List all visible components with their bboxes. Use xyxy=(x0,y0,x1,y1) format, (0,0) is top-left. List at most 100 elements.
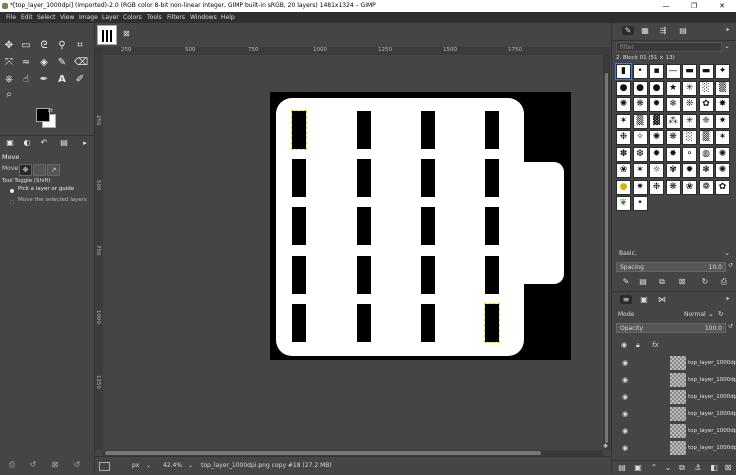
paths-tab-icon[interactable]: ⋈ xyxy=(656,295,668,304)
brush-preset[interactable]: ✸ xyxy=(715,97,730,112)
brush-preset[interactable]: ❋ xyxy=(665,179,681,195)
layer-name[interactable]: top_layer_1000dpi.p xyxy=(688,355,736,371)
brush-preset[interactable]: ✶ xyxy=(715,130,730,145)
image-tab-close-icon[interactable]: ⊠ xyxy=(123,29,130,38)
menu-tools[interactable]: Tools xyxy=(147,12,162,23)
smudge-icon[interactable]: ☝ xyxy=(20,74,32,86)
channels-tab-icon[interactable]: ▣ xyxy=(638,295,650,304)
tool-options-tab-icon[interactable]: ▣ xyxy=(4,137,16,149)
layer-name[interactable]: top_layer_1000dpi.p xyxy=(688,406,736,422)
brush-preset[interactable]: ★ xyxy=(665,80,681,96)
layer-row[interactable]: ◉ top_layer_1000dpi.p xyxy=(615,406,736,422)
layer-name[interactable]: top_layer_1000dpi.p xyxy=(688,440,736,456)
move-selection-icon[interactable] xyxy=(33,164,46,176)
radio-move-selected[interactable] xyxy=(10,200,14,204)
chevron-down-icon[interactable]: ⌄ xyxy=(188,457,193,475)
menu-colors[interactable]: Colors xyxy=(123,12,142,23)
reset-opacity-icon[interactable]: ↺ xyxy=(728,323,733,330)
configure-tab-icon[interactable]: ▸ xyxy=(79,137,91,149)
lasso-icon[interactable]: ᘓ xyxy=(38,40,50,52)
vertical-scrollbar[interactable]: ✥ xyxy=(603,55,610,450)
opacity-slider[interactable]: Opacity 100.0 xyxy=(616,323,726,333)
brush-preset[interactable]: ❉ xyxy=(649,179,664,195)
menu-select[interactable]: Select xyxy=(37,12,56,23)
brush-preset[interactable]: ✦ xyxy=(715,64,730,79)
canvas-area[interactable] xyxy=(103,55,603,450)
brush-preset[interactable]: ✳ xyxy=(682,113,697,129)
crop-icon[interactable]: ⌗ xyxy=(74,40,86,52)
option-pick-layer[interactable]: Pick a layer or guide xyxy=(18,186,74,192)
brush-preset-select[interactable]: Basic, xyxy=(616,249,734,259)
mode-switch-icon[interactable]: ↻ xyxy=(718,310,724,318)
menu-windows[interactable]: Windows xyxy=(190,12,217,23)
brush-preset[interactable]: ✺ xyxy=(715,146,730,162)
eye-icon[interactable]: ◉ xyxy=(620,409,630,419)
brush-preset[interactable]: ⚬ xyxy=(682,146,697,162)
pattern-tab-icon[interactable]: ▦ xyxy=(639,26,651,35)
raise-layer-icon[interactable]: ⌃ xyxy=(648,463,660,472)
brush-preset[interactable]: ✹ xyxy=(649,97,664,112)
close-window-button[interactable]: ✕ xyxy=(708,0,736,12)
move-layer-icon[interactable]: ✥ xyxy=(19,164,32,176)
menu-help[interactable]: Help xyxy=(221,12,235,23)
brush-preset[interactable]: ❆ xyxy=(632,146,648,162)
brush-preset[interactable]: ● xyxy=(649,80,664,96)
layer-row[interactable]: ◉ top_layer_1000dpi.p xyxy=(615,440,736,456)
eye-icon[interactable]: ◉ xyxy=(620,392,630,402)
open-brush-icon[interactable]: ⎙ xyxy=(718,277,730,287)
maximize-button[interactable]: ❐ xyxy=(680,0,708,12)
unit-select[interactable]: px xyxy=(132,457,139,475)
brush-preset[interactable]: ✺ xyxy=(616,97,631,112)
spacing-slider[interactable]: Spacing 10.0 xyxy=(616,262,726,272)
delete-options-icon[interactable]: ⊠ xyxy=(49,459,61,471)
move-tool-icon[interactable]: ✥ xyxy=(3,40,15,52)
unified-transform-icon[interactable]: ⤧ xyxy=(3,57,15,69)
paths-icon[interactable]: ✒ xyxy=(38,74,50,86)
menu-filters[interactable]: Filters xyxy=(167,12,185,23)
edit-brush-icon[interactable]: ✎ xyxy=(620,277,632,286)
brush-preset[interactable]: ✿ xyxy=(698,97,714,112)
brush-preset[interactable]: ✾ xyxy=(665,163,681,178)
reset-options-icon[interactable]: ↺ xyxy=(71,459,83,471)
eraser-icon[interactable]: ⌫ xyxy=(74,57,88,69)
brush-preset[interactable]: ❀ xyxy=(682,179,697,195)
mask-icon[interactable]: ◧ xyxy=(708,463,720,472)
dock-configure-icon[interactable]: ▸ xyxy=(722,26,734,33)
brush-preset[interactable]: ☼ xyxy=(649,163,664,178)
brush-preset[interactable]: ❊ xyxy=(682,97,697,112)
brush-preset[interactable]: ✽ xyxy=(616,146,631,162)
mode-select[interactable]: Normal xyxy=(684,311,706,318)
brush-preset[interactable]: ❦ xyxy=(616,196,631,211)
brush-preset[interactable]: ▒ xyxy=(698,130,714,145)
brush-preset[interactable]: ❋ xyxy=(665,130,681,145)
fx-icon[interactable]: fx xyxy=(652,341,659,349)
warp-icon[interactable]: ≈ xyxy=(20,57,32,69)
delete-brush-icon[interactable]: ⊠ xyxy=(676,277,688,286)
brush-preset[interactable]: ▒ xyxy=(632,113,648,129)
color-picker-icon[interactable]: ✐ xyxy=(74,74,86,86)
layer-row[interactable]: ◉ top_layer_1000dpi.p xyxy=(615,355,736,371)
delete-layer-icon[interactable]: ⊠ xyxy=(722,463,734,472)
brush-preset[interactable]: ▬ xyxy=(682,64,697,79)
visibility-header-icon[interactable]: ◉ xyxy=(621,341,627,349)
vertical-scroll-thumb[interactable] xyxy=(605,73,608,443)
brush-preset[interactable]: ◍ xyxy=(698,146,714,162)
menu-edit[interactable]: Edit xyxy=(21,12,33,23)
layer-row[interactable]: ◉ top_layer_1000dpi.p xyxy=(615,389,736,405)
reset-spacing-icon[interactable]: ↺ xyxy=(728,262,733,269)
layer-row[interactable]: ◉ top_layer_1000dpi.p xyxy=(615,423,736,439)
text-tool-icon[interactable]: A xyxy=(56,74,68,86)
brush-preset[interactable]: ▬ xyxy=(698,64,714,79)
brush-preset[interactable]: ✷ xyxy=(632,179,648,195)
brush-preset[interactable]: ● xyxy=(616,80,631,96)
brush-preset[interactable]: ❋ xyxy=(632,97,648,112)
brush-preset[interactable]: ✿ xyxy=(715,179,730,195)
document-tab-icon[interactable]: ▤ xyxy=(677,26,689,35)
chevron-down-icon[interactable]: ⌄ xyxy=(724,249,730,257)
brush-preset[interactable]: ✳ xyxy=(682,80,697,96)
duplicate-layer-icon[interactable]: ⧉ xyxy=(676,463,688,473)
layer-name[interactable]: top_layer_1000dpi.p xyxy=(688,423,736,439)
brush-preset[interactable]: ✹ xyxy=(649,146,664,162)
brush-preset[interactable]: ❁ xyxy=(698,179,714,195)
new-layer-icon[interactable]: ▤ xyxy=(616,463,628,472)
